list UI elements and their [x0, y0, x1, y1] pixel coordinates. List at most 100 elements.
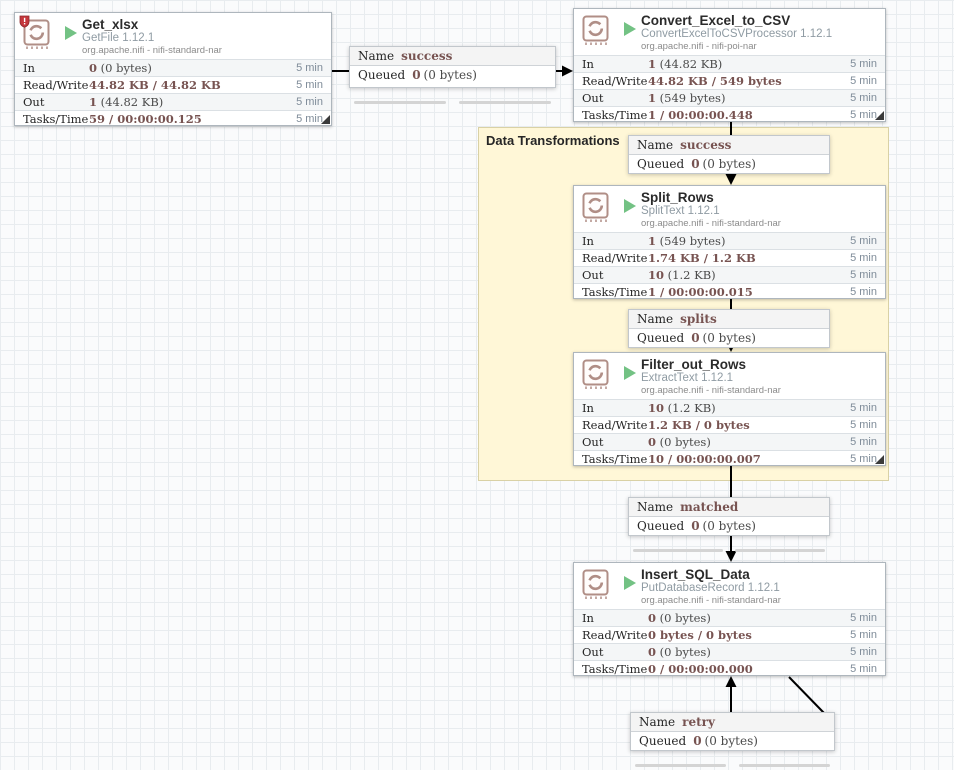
stat-value-strong: 1.74 KB / 1.2 KB	[648, 251, 756, 265]
stat-row-out: Out 0 (0 bytes) 5 min	[574, 643, 885, 660]
stat-window: 5 min	[850, 436, 877, 448]
stat-window: 5 min	[850, 109, 877, 121]
connection-queued-count: 0	[691, 157, 700, 171]
connection-queued-count: 0	[693, 734, 702, 748]
stat-value-rest: (0 bytes)	[656, 435, 711, 449]
connection-queued-key: Queued	[637, 157, 685, 171]
connection-name-value: splits	[680, 312, 717, 326]
stat-value-strong: 1.2 KB / 0 bytes	[648, 418, 750, 432]
stat-label: Out	[23, 95, 45, 109]
processor-titles: Convert_Excel_to_CSV ConvertExcelToCSVPr…	[641, 13, 879, 53]
stat-window: 5 min	[850, 419, 877, 431]
stat-value-rest: (44.82 KB)	[97, 95, 164, 109]
connection-queued-count: 0	[691, 331, 700, 345]
stat-value-strong: 0 / 00:00:00.000	[648, 662, 753, 676]
processor-titles: Insert_SQL_Data PutDatabaseRecord 1.12.1…	[641, 567, 879, 607]
stat-row-tasks-time: Tasks/Time 59 / 00:00:00.125 5 min	[15, 110, 331, 127]
connection-queued-size: (0 bytes)	[704, 734, 758, 748]
processor-type: ConvertExcelToCSVProcessor 1.12.1	[641, 28, 833, 40]
stat-value: 0 (0 bytes)	[648, 610, 711, 626]
processor-split-rows[interactable]: Split_Rows SplitText 1.12.1 org.apache.n…	[573, 185, 886, 299]
connection-label-retry[interactable]: Name retry Queued 0 (0 bytes)	[630, 712, 835, 767]
stat-label: In	[582, 401, 594, 415]
restricted-shield-icon	[19, 15, 30, 33]
processor-titles: Filter_out_Rows ExtractText 1.12.1 org.a…	[641, 357, 879, 397]
processor-stamp-icon	[582, 15, 610, 46]
stat-value-strong: 1 / 00:00:00.448	[648, 108, 753, 122]
stat-window: 5 min	[296, 62, 323, 74]
stat-value-strong: 1	[89, 95, 98, 109]
processor-bundle: org.apache.nifi - nifi-standard-nar	[641, 218, 781, 229]
stat-value-rest: (549 bytes)	[656, 234, 726, 248]
processor-insert-sql-data[interactable]: Insert_SQL_Data PutDatabaseRecord 1.12.1…	[573, 562, 886, 676]
stat-value-strong: 10	[648, 401, 665, 415]
stat-window: 5 min	[850, 663, 877, 675]
stat-window: 5 min	[850, 629, 877, 641]
connection-name-key: Name	[358, 49, 395, 63]
connection-queued-key: Queued	[637, 331, 685, 345]
stat-row-out: Out 1 (44.82 KB) 5 min	[15, 93, 331, 110]
processor-name: Filter_out_Rows	[641, 357, 747, 372]
processor-stamp-icon	[582, 569, 610, 600]
processor-titles: Get_xlsx GetFile 1.12.1 org.apache.nifi …	[82, 17, 325, 57]
stat-value-strong: 44.82 KB / 44.82 KB	[89, 78, 221, 92]
stat-value: 10 / 00:00:00.007	[648, 451, 761, 467]
connection-label-success-2[interactable]: Name success Queued 0 (0 bytes)	[628, 135, 830, 190]
processor-header: Filter_out_Rows ExtractText 1.12.1 org.a…	[574, 353, 885, 399]
processor-header: Split_Rows SplitText 1.12.1 org.apache.n…	[574, 186, 885, 232]
processor-convert-excel-to-csv[interactable]: Convert_Excel_to_CSV ConvertExcelToCSVPr…	[573, 8, 886, 122]
stat-value: 1.74 KB / 1.2 KB	[648, 250, 756, 266]
stat-row-in: In 10 (1.2 KB) 5 min	[574, 399, 885, 416]
stat-label: In	[23, 61, 35, 75]
connection-line-retry-out[interactable]	[788, 676, 825, 714]
stat-value: 0 / 00:00:00.000	[648, 661, 753, 677]
connection-queued-size: (0 bytes)	[423, 68, 477, 82]
stat-value-rest: (0 bytes)	[656, 645, 711, 659]
stat-window: 5 min	[850, 92, 877, 104]
processor-stamp-icon	[582, 192, 610, 223]
stat-label: Tasks/Time	[582, 452, 648, 466]
connection-name-row: Name success	[350, 47, 555, 66]
run-status-running-icon	[624, 22, 636, 36]
run-status-running-icon	[624, 199, 636, 213]
connection-queued-count: 0	[691, 519, 700, 533]
stat-value: 59 / 00:00:00.125	[89, 111, 202, 127]
stat-label: Out	[582, 645, 604, 659]
run-status-running-icon	[624, 576, 636, 590]
connection-label-success-1[interactable]: Name success Queued 0 (0 bytes)	[349, 46, 556, 104]
nifi-flow-canvas[interactable]: Data Transformations Name success Queued 0…	[0, 0, 954, 767]
arrowhead-icon	[562, 65, 573, 77]
stat-label: Read/Write	[582, 74, 648, 88]
stat-window: 5 min	[296, 96, 323, 108]
stat-value-strong: 44.82 KB / 549 bytes	[648, 74, 782, 88]
stat-value-rest: (1.2 KB)	[664, 268, 716, 282]
stat-window: 5 min	[850, 402, 877, 414]
stat-label: In	[582, 57, 594, 71]
stat-label: Read/Write	[582, 628, 648, 642]
comment-corner-icon	[875, 455, 884, 464]
stat-window: 5 min	[850, 286, 877, 298]
connection-name-row: Name retry	[631, 713, 834, 732]
stat-value: 44.82 KB / 549 bytes	[648, 73, 782, 89]
processor-header: Convert_Excel_to_CSV ConvertExcelToCSVPr…	[574, 9, 885, 55]
processor-filter-out-rows[interactable]: Filter_out_Rows ExtractText 1.12.1 org.a…	[573, 352, 886, 466]
processor-bundle: org.apache.nifi - nifi-standard-nar	[641, 385, 781, 396]
stat-row-in: In 0 (0 bytes) 5 min	[15, 59, 331, 76]
stat-value-strong: 59 / 00:00:00.125	[89, 112, 202, 126]
processor-name: Insert_SQL_Data	[641, 567, 750, 582]
stat-window: 5 min	[850, 612, 877, 624]
connection-label-splits[interactable]: Name splits Queued 0 (0 bytes)	[628, 309, 830, 364]
stat-row-in: In 1 (549 bytes) 5 min	[574, 232, 885, 249]
processor-get-xlsx[interactable]: Get_xlsx GetFile 1.12.1 org.apache.nifi …	[14, 12, 332, 126]
stat-value-rest: (0 bytes)	[656, 611, 711, 625]
processor-bundle: org.apache.nifi - nifi-standard-nar	[82, 45, 222, 56]
connection-label-matched[interactable]: Name matched Queued 0 (0 bytes)	[628, 497, 830, 552]
processor-name: Split_Rows	[641, 190, 714, 205]
stat-value: 10 (1.2 KB)	[648, 267, 716, 283]
stat-row-tasks-time: Tasks/Time 0 / 00:00:00.000 5 min	[574, 660, 885, 677]
stat-value-strong: 0	[89, 61, 98, 75]
stat-value: 0 bytes / 0 bytes	[648, 627, 752, 643]
stat-value: 1 / 00:00:00.448	[648, 107, 753, 123]
stat-value: 44.82 KB / 44.82 KB	[89, 77, 221, 93]
connection-name-value: success	[680, 138, 732, 152]
